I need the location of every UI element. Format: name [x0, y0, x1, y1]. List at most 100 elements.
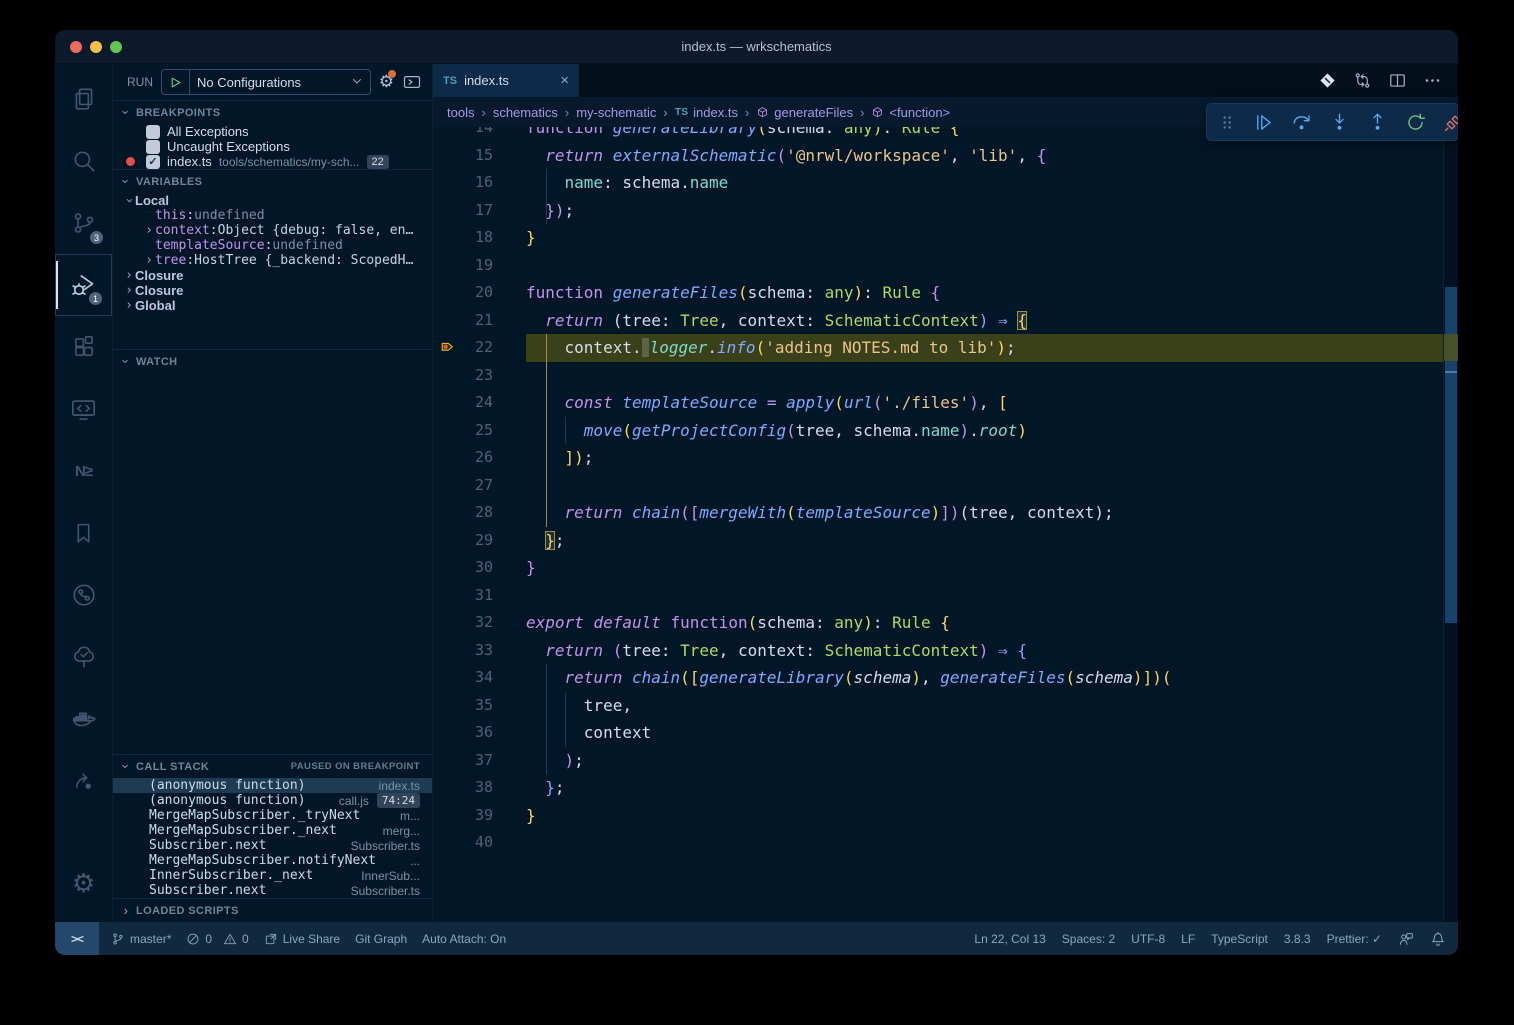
- tab-index-ts[interactable]: TS index.ts ×: [433, 64, 579, 97]
- status-item-ts-version[interactable]: 3.8.3: [1284, 932, 1311, 946]
- editor-gutter[interactable]: 40: [433, 829, 526, 857]
- minimize-window-button[interactable]: [90, 41, 102, 53]
- editor-gutter[interactable]: 30: [433, 554, 526, 582]
- editor-gutter[interactable]: 33: [433, 637, 526, 665]
- call-stack-frame[interactable]: MergeMapSubscriber._tryNextm...: [113, 808, 432, 823]
- maximize-window-button[interactable]: [110, 41, 122, 53]
- split-editor-icon[interactable]: [1388, 71, 1407, 90]
- start-debug-icon[interactable]: [169, 76, 182, 89]
- breakpoints-section-header[interactable]: › BREAKPOINTS: [113, 100, 432, 124]
- status-item-language-mode[interactable]: TypeScript: [1211, 932, 1268, 946]
- code-line[interactable]: 33 return (tree: Tree, context: Schemati…: [433, 637, 1443, 665]
- activity-item-settings[interactable]: ⚙: [55, 852, 112, 914]
- editor-gutter[interactable]: 17: [433, 197, 526, 225]
- editor-gutter[interactable]: 22: [433, 334, 526, 362]
- close-tab-icon[interactable]: ×: [560, 72, 569, 89]
- breakpoint-checkbox[interactable]: ✓: [146, 155, 160, 169]
- editor-gutter[interactable]: 31: [433, 582, 526, 610]
- activity-item-explorer[interactable]: [55, 68, 112, 130]
- status-item-prettier[interactable]: Prettier: ✓: [1327, 932, 1382, 946]
- code-line[interactable]: 17 });: [433, 197, 1443, 225]
- call-stack-frame[interactable]: Subscriber.nextSubscriber.ts: [113, 883, 432, 898]
- breakpoint-checkbox[interactable]: [146, 140, 160, 154]
- code-line[interactable]: 19: [433, 252, 1443, 280]
- editor-gutter[interactable]: 25: [433, 417, 526, 445]
- status-item-cursor-position[interactable]: Ln 22, Col 13: [974, 932, 1045, 946]
- editor-gutter[interactable]: 34: [433, 664, 526, 692]
- variable-scope-row[interactable]: ›Local: [113, 193, 432, 208]
- variable-row[interactable]: ›context: Object {debug: false, en…: [113, 223, 432, 238]
- breadcrumb-item[interactable]: schematics: [493, 105, 558, 120]
- compare-changes-icon[interactable]: [1353, 71, 1372, 90]
- code-line[interactable]: 36 context: [433, 719, 1443, 747]
- editor-gutter[interactable]: 18: [433, 224, 526, 252]
- activity-item-nx-console[interactable]: N≥: [55, 440, 112, 502]
- breadcrumb-item[interactable]: generateFiles: [756, 105, 853, 120]
- code-line[interactable]: 38 };: [433, 774, 1443, 802]
- code-line[interactable]: 23: [433, 362, 1443, 390]
- variable-row[interactable]: this: undefined: [113, 208, 432, 223]
- code-line[interactable]: 32export default function(schema: any): …: [433, 609, 1443, 637]
- editor-gutter[interactable]: 15: [433, 142, 526, 170]
- status-item-remote[interactable]: ><: [55, 922, 99, 955]
- code-line[interactable]: 27: [433, 472, 1443, 500]
- breadcrumb-item[interactable]: <function>: [871, 105, 950, 120]
- step-into-icon[interactable]: [1329, 112, 1350, 133]
- breakpoint-row[interactable]: Uncaught Exceptions: [113, 139, 432, 154]
- variable-row[interactable]: ›tree: HostTree {_backend: ScopedH…: [113, 253, 432, 268]
- code-line[interactable]: 20function generateFiles(schema: any): R…: [433, 279, 1443, 307]
- breadcrumb-item[interactable]: my-schematic: [576, 105, 656, 120]
- editor-scrollbar[interactable]: [1443, 127, 1458, 922]
- variable-row[interactable]: templateSource: undefined: [113, 238, 432, 253]
- status-item-problems[interactable]: 00: [186, 932, 248, 946]
- status-item-encoding[interactable]: UTF-8: [1131, 932, 1165, 946]
- disconnect-icon[interactable]: [1443, 112, 1458, 133]
- breadcrumb-item[interactable]: tools: [447, 105, 474, 120]
- activity-item-live-share[interactable]: [55, 750, 112, 812]
- debug-settings-gear-icon[interactable]: ⚙: [379, 72, 394, 92]
- code-line[interactable]: 26 ]);: [433, 444, 1443, 472]
- editor-gutter[interactable]: 36: [433, 719, 526, 747]
- editor-gutter[interactable]: 20: [433, 279, 526, 307]
- activity-item-docker[interactable]: [55, 688, 112, 750]
- editor-gutter[interactable]: 37: [433, 747, 526, 775]
- breakpoint-row[interactable]: All Exceptions: [113, 124, 432, 139]
- code-line[interactable]: 31: [433, 582, 1443, 610]
- call-stack-section-header[interactable]: › CALL STACK PAUSED ON BREAKPOINT: [113, 754, 432, 778]
- editor-gutter[interactable]: 19: [433, 252, 526, 280]
- status-item-indentation[interactable]: Spaces: 2: [1062, 932, 1115, 946]
- loaded-scripts-section-header[interactable]: › LOADED SCRIPTS: [113, 898, 432, 922]
- step-out-icon[interactable]: [1367, 112, 1388, 133]
- call-stack-frame[interactable]: Subscriber.nextSubscriber.ts: [113, 838, 432, 853]
- code-line[interactable]: 30}: [433, 554, 1443, 582]
- activity-item-todo-tree[interactable]: [55, 626, 112, 688]
- activity-item-search[interactable]: [55, 130, 112, 192]
- code-line[interactable]: 18}: [433, 224, 1443, 252]
- code-line[interactable]: 16 name: schema.name: [433, 169, 1443, 197]
- code-line[interactable]: 37 );: [433, 747, 1443, 775]
- continue-icon[interactable]: [1253, 112, 1274, 133]
- breakpoint-row[interactable]: ✓index.tstools/schematics/my-sch...22: [113, 154, 432, 169]
- editor-gutter[interactable]: 23: [433, 362, 526, 390]
- call-stack-frame[interactable]: MergeMapSubscriber.notifyNext...: [113, 853, 432, 868]
- code-line[interactable]: 22 context.logger.info('adding NOTES.md …: [433, 334, 1443, 362]
- launch-configuration-dropdown[interactable]: No Configurations: [161, 69, 371, 95]
- drag-handle-icon[interactable]: [1219, 114, 1236, 131]
- call-stack-frame[interactable]: (anonymous function)call.js74:24: [113, 793, 432, 808]
- call-stack-frame[interactable]: (anonymous function)index.ts: [113, 778, 432, 793]
- variable-scope-row[interactable]: ›Global: [113, 298, 432, 313]
- restart-icon[interactable]: [1405, 112, 1426, 133]
- more-actions-icon[interactable]: [1423, 71, 1442, 90]
- activity-item-run-debug[interactable]: 1: [55, 254, 112, 316]
- variables-section-header[interactable]: › VARIABLES: [113, 169, 432, 193]
- editor-gutter[interactable]: 14: [433, 127, 526, 142]
- breakpoint-checkbox[interactable]: [146, 125, 160, 139]
- activity-item-bookmarks[interactable]: [55, 502, 112, 564]
- close-window-button[interactable]: [70, 41, 82, 53]
- status-item-auto-attach[interactable]: Auto Attach: On: [422, 932, 506, 946]
- code-editor[interactable]: 14function generateLibrary(schema: any):…: [433, 127, 1458, 922]
- activity-item-git-graph[interactable]: [55, 564, 112, 626]
- activity-item-extensions[interactable]: [55, 316, 112, 378]
- editor-gutter[interactable]: 38: [433, 774, 526, 802]
- code-line[interactable]: 29 };: [433, 527, 1443, 555]
